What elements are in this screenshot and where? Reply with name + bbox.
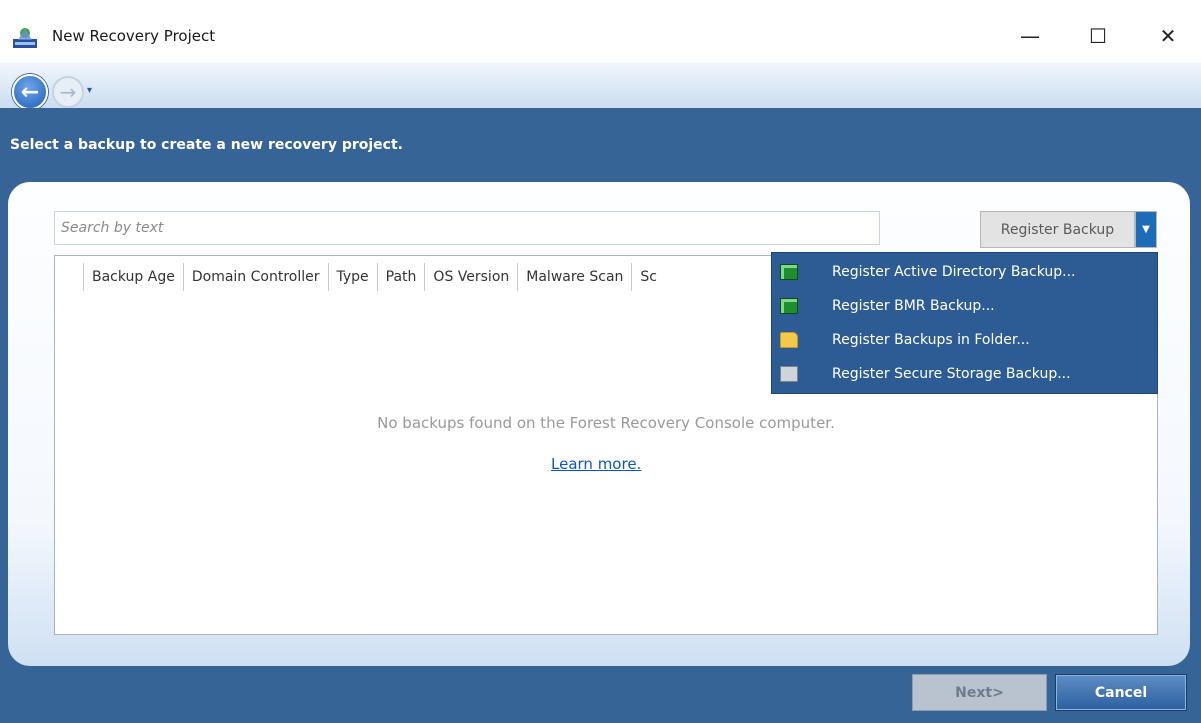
table-header: Backup Age Domain Controller Type Path O… — [55, 256, 665, 298]
floppy-disk-icon — [780, 264, 798, 280]
column-header-domain-controller[interactable]: Domain Controller — [182, 263, 328, 291]
arrow-right-icon: → — [59, 80, 77, 104]
column-header-scan-truncated[interactable]: Sc — [631, 263, 665, 291]
menu-item-register-backups-in-folder[interactable]: Register Backups in Folder... — [772, 323, 1157, 357]
navigation-bar — [0, 62, 1201, 109]
history-dropdown-icon[interactable]: ▾ — [87, 85, 92, 96]
close-button[interactable]: ✕ — [1138, 16, 1198, 56]
register-backup-dropdown-button[interactable]: ▼ — [1135, 211, 1157, 248]
menu-item-label: Register Secure Storage Backup... — [832, 366, 1071, 382]
storage-server-icon — [780, 366, 798, 382]
column-header-path[interactable]: Path — [376, 263, 425, 291]
column-header-os-version[interactable]: OS Version — [424, 263, 517, 291]
menu-item-label: Register Active Directory Backup... — [832, 264, 1076, 280]
next-button[interactable]: Next> — [912, 674, 1047, 711]
menu-item-register-ad-backup[interactable]: Register Active Directory Backup... — [772, 255, 1157, 289]
folder-open-icon — [780, 332, 798, 348]
column-header-type[interactable]: Type — [327, 263, 377, 291]
maximize-button[interactable]: ☐ — [1068, 16, 1128, 56]
search-input[interactable] — [54, 211, 880, 245]
minimize-button[interactable]: — — [1000, 16, 1060, 56]
arrow-left-icon: ← — [20, 79, 40, 105]
menu-item-register-bmr-backup[interactable]: Register BMR Backup... — [772, 289, 1157, 323]
chevron-down-icon: ▼ — [1142, 224, 1150, 235]
forward-button[interactable]: → — [52, 76, 84, 108]
row-selector-header — [55, 263, 83, 291]
instruction-text: Select a backup to create a new recovery… — [10, 137, 403, 153]
window-title: New Recovery Project — [52, 27, 216, 45]
menu-item-label: Register BMR Backup... — [832, 298, 995, 314]
empty-state-message: No backups found on the Forest Recovery … — [377, 414, 835, 432]
register-backup-menu: Register Active Directory Backup... Regi… — [771, 252, 1158, 394]
menu-item-register-secure-storage-backup[interactable]: Register Secure Storage Backup... — [772, 357, 1157, 391]
cancel-button[interactable]: Cancel — [1055, 674, 1187, 711]
register-backup-button[interactable]: Register Backup — [980, 211, 1135, 248]
menu-item-label: Register Backups in Folder... — [832, 332, 1030, 348]
column-header-backup-age[interactable]: Backup Age — [83, 263, 183, 291]
column-header-malware-scan[interactable]: Malware Scan — [517, 263, 631, 291]
back-button[interactable]: ← — [12, 74, 48, 110]
floppy-disk-icon — [780, 298, 798, 314]
learn-more-link[interactable]: Learn more. — [551, 455, 641, 473]
recovery-app-icon — [13, 28, 37, 48]
